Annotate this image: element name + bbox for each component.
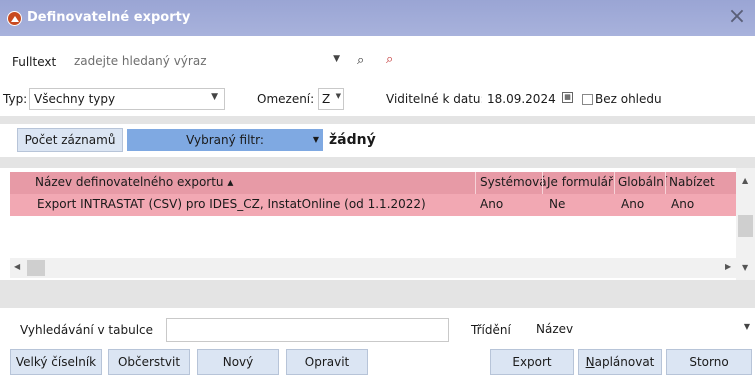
new-button[interactable]: Nový [197, 349, 279, 375]
chevron-down-icon[interactable]: ▼ [744, 322, 750, 331]
visible-date-label: Viditelné k datu: [386, 92, 485, 106]
table-header: Název definovatelného exportu ▴ Systémov… [10, 172, 736, 194]
horizontal-scrollbar[interactable]: ◀ ▶ [10, 258, 736, 278]
calendar-icon[interactable]: ▦ [562, 92, 573, 103]
search-icon[interactable]: ⌕ [357, 53, 364, 68]
sort-label: Třídění [471, 323, 511, 337]
schedule-button[interactable]: Naplánovat [578, 349, 662, 375]
type-label: Typ: [3, 92, 28, 106]
scroll-left-icon[interactable]: ◀ [14, 262, 20, 271]
edit-button[interactable]: Opravit [286, 349, 368, 375]
filter-value: žádný [329, 132, 376, 148]
window-title: Definovatelné exporty [27, 10, 191, 25]
table-search-label: Vyhledávání v tabulce [20, 323, 154, 337]
table-row[interactable]: Export INTRASTAT (CSV) pro IDES_CZ, Inst… [10, 194, 736, 216]
fulltext-input[interactable]: zadejte hledaný výraz ▼ [69, 50, 347, 72]
column-divider [614, 172, 615, 194]
close-icon[interactable]: × [725, 6, 749, 30]
column-header[interactable]: Systémová [480, 175, 547, 189]
chevron-down-icon[interactable]: ▼ [336, 92, 341, 100]
date-input[interactable]: 18.09.2024 [482, 88, 574, 110]
chevron-down-icon[interactable]: ▼ [333, 54, 340, 64]
limit-label: Omezení: [257, 92, 315, 106]
scroll-up-icon[interactable]: ▲ [742, 176, 748, 185]
exports-table: Název definovatelného exportu ▴ Systémov… [10, 172, 736, 256]
table-cell: Ano [480, 197, 504, 211]
ignore-checkbox[interactable] [582, 94, 593, 105]
ignore-label: Bez ohledu [595, 92, 662, 106]
divider [0, 280, 755, 308]
table-cell: Ano [671, 197, 695, 211]
divider [0, 116, 755, 124]
table-cell: Ano [621, 197, 645, 211]
sort-select[interactable]: Název ▼ [529, 318, 754, 342]
date-value: 18.09.2024 [487, 92, 556, 106]
refresh-button[interactable]: Občerstvit [108, 349, 190, 375]
vertical-scrollbar[interactable]: ▲ ▼ [736, 168, 755, 280]
column-header[interactable]: Název definovatelného exportu ▴ [35, 175, 233, 189]
table-cell: Export INTRASTAT (CSV) pro IDES_CZ, Inst… [37, 197, 426, 211]
table-cell: Ne [549, 197, 566, 211]
column-divider [475, 172, 476, 194]
app-logo-icon [7, 11, 22, 26]
export-button[interactable]: Export [490, 349, 574, 375]
column-header[interactable]: Globální [618, 175, 667, 189]
column-divider [665, 172, 666, 194]
divider [0, 157, 755, 168]
big-list-button[interactable]: Velký číselník [10, 349, 102, 375]
limit-select[interactable]: Z ▼ [318, 88, 344, 110]
table-search-input[interactable] [166, 318, 449, 342]
filter-label: Vybraný filtr: [186, 133, 264, 147]
fulltext-placeholder: zadejte hledaný výraz [74, 54, 207, 68]
scroll-right-icon[interactable]: ▶ [725, 262, 731, 271]
count-records-button[interactable]: Počet záznamů [17, 128, 123, 152]
chevron-down-icon[interactable]: ▼ [211, 92, 218, 102]
type-value: Všechny typy [34, 92, 116, 106]
filter-select[interactable]: Vybraný filtr: ▼ [127, 129, 323, 151]
chevron-down-icon[interactable]: ▼ [313, 129, 319, 151]
scroll-thumb[interactable] [27, 260, 45, 276]
fulltext-label: Fulltext [12, 55, 57, 69]
type-select[interactable]: Všechny typy ▼ [29, 88, 225, 110]
sort-value: Název [536, 322, 574, 336]
column-divider [542, 172, 543, 194]
scroll-thumb[interactable] [738, 215, 753, 237]
schedule-label-mnemonic: N [585, 355, 595, 369]
search-clear-icon[interactable]: ⌕ [386, 52, 393, 67]
limit-value: Z [322, 92, 331, 106]
schedule-label: aplánovat [594, 355, 655, 369]
column-header[interactable]: Nabízet [669, 175, 715, 189]
column-header[interactable]: Je formulář [547, 175, 613, 189]
scroll-down-icon[interactable]: ▼ [742, 263, 748, 272]
cancel-button[interactable]: Storno [666, 349, 752, 375]
title-bar: Definovatelné exporty × [0, 0, 755, 36]
